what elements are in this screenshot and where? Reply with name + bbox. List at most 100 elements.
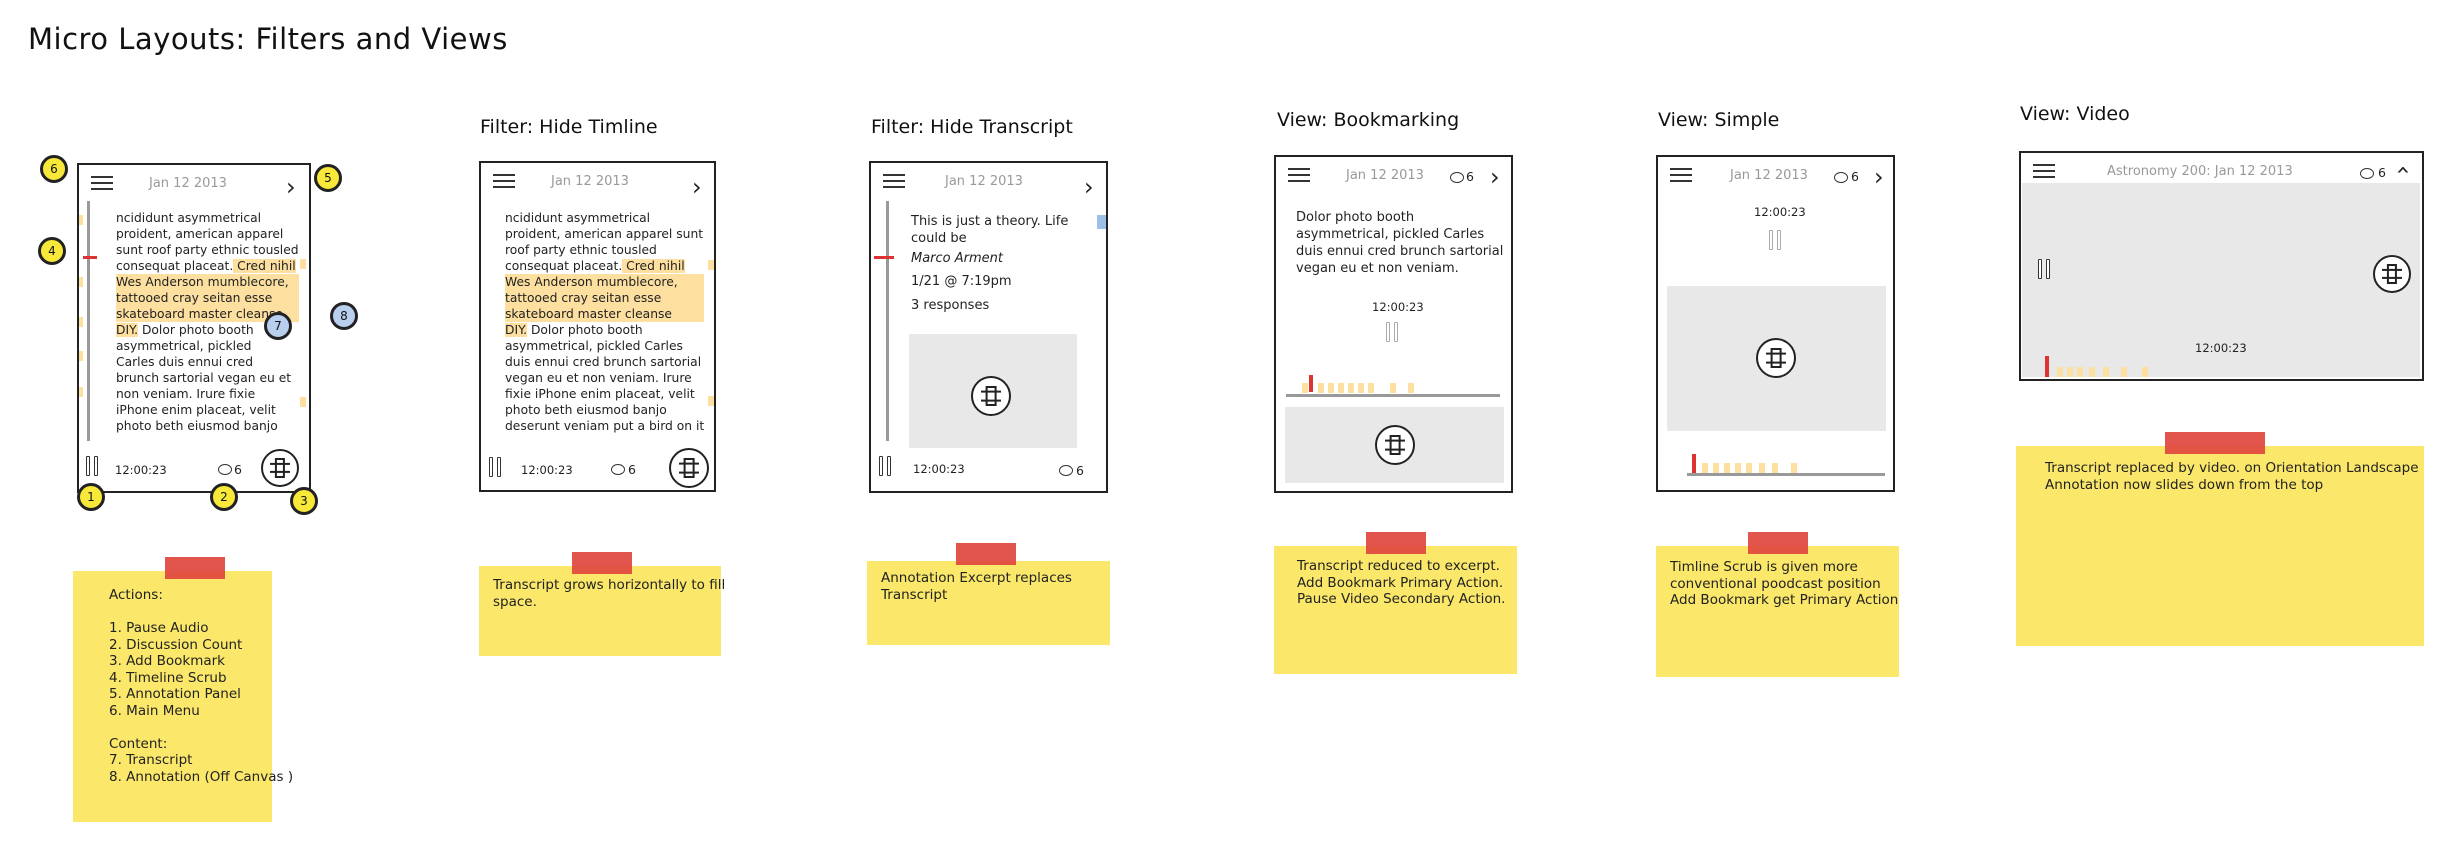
discussion-icon[interactable] [1059, 465, 1073, 476]
timeline-tick [1368, 383, 1374, 393]
phone-hide-transcript: Jan 12 2013 › This is just a theory. Lif… [869, 161, 1108, 493]
timeline-tick [79, 317, 83, 327]
timeline-position-marker[interactable] [1692, 454, 1696, 473]
timeline-tick [2103, 367, 2109, 377]
date-label: Jan 12 2013 [1730, 168, 1808, 183]
timeline-tick [1348, 383, 1354, 393]
time-label: 12:00:23 [913, 462, 965, 476]
discussion-count[interactable]: 6 [234, 462, 242, 477]
chevron-up-icon[interactable]: › [2388, 165, 2416, 175]
timeline-tick [1328, 383, 1334, 393]
annotation-datetime: 1/21 @ 7:19pm [911, 274, 1012, 289]
section-title-hide-timeline: Filter: Hide Timline [480, 116, 658, 138]
phone-bookmarking: Jan 12 2013 6 › Dolor photo booth asymme… [1274, 155, 1513, 493]
time-label: 12:00:23 [1372, 300, 1424, 314]
callout-7: 7 [264, 312, 292, 340]
add-bookmark-button[interactable] [669, 448, 709, 488]
timeline-position-marker[interactable] [874, 256, 894, 259]
chevron-right-icon[interactable]: › [1084, 173, 1094, 201]
note-bookmarking: Transcript reduced to excerpt. Add Bookm… [1274, 546, 1517, 674]
timeline-tick [1390, 383, 1396, 393]
timeline-tick [1302, 383, 1308, 393]
discussion-icon[interactable] [2360, 168, 2374, 179]
timeline-scrub[interactable] [1286, 394, 1500, 397]
timeline-tick [79, 277, 83, 287]
page-title: Micro Layouts: Filters and Views [28, 22, 508, 56]
timeline-position-marker[interactable] [83, 256, 97, 259]
timeline-tick [79, 215, 83, 225]
timeline-tick [2089, 367, 2095, 377]
timeline-position-marker[interactable] [2045, 356, 2049, 377]
discussion-icon[interactable] [1450, 172, 1464, 183]
discussion-icon[interactable] [218, 464, 232, 475]
menu-icon[interactable] [1288, 168, 1310, 182]
tape [1366, 532, 1426, 554]
menu-icon[interactable] [493, 174, 515, 188]
timeline-tick [1408, 383, 1414, 393]
add-bookmark-button[interactable] [2373, 255, 2411, 293]
phone-simple: Jan 12 2013 6 › 12:00:23 [1656, 155, 1895, 492]
discussion-count[interactable]: 6 [2378, 165, 2386, 180]
pause-icon[interactable] [2038, 259, 2052, 279]
section-title-simple: View: Simple [1658, 109, 1780, 131]
discussion-count[interactable]: 6 [628, 462, 636, 477]
pause-icon[interactable] [489, 457, 503, 477]
timeline-tick [1713, 463, 1719, 473]
chevron-right-icon[interactable]: › [286, 173, 296, 201]
annotation-responses[interactable]: 3 responses [911, 298, 989, 314]
tape [956, 543, 1016, 565]
pause-icon[interactable] [86, 456, 100, 476]
timeline-tick [1724, 463, 1730, 473]
tape [1748, 532, 1808, 554]
chevron-right-icon[interactable]: › [1874, 163, 1884, 191]
callout-6: 6 [40, 155, 68, 183]
timeline-tick [2067, 367, 2073, 377]
time-label: 12:00:23 [521, 463, 573, 477]
timeline-tick [1702, 463, 1708, 473]
add-bookmark-button[interactable] [1375, 425, 1415, 465]
timeline-tick [79, 351, 83, 361]
discussion-count[interactable]: 6 [1851, 169, 1859, 184]
timeline-tick [1791, 463, 1797, 473]
video-title: Astronomy 200: Jan 12 2013 [2107, 164, 2293, 179]
time-label: 12:00:23 [115, 463, 167, 477]
time-label: 12:00:23 [1754, 205, 1806, 219]
section-title-hide-transcript: Filter: Hide Transcript [871, 116, 1073, 138]
discussion-icon[interactable] [611, 464, 625, 475]
pause-icon[interactable] [1386, 322, 1400, 342]
add-bookmark-button[interactable] [971, 376, 1011, 416]
add-bookmark-button[interactable] [1756, 338, 1796, 378]
discussion-count[interactable]: 6 [1466, 169, 1474, 184]
annotation-marker[interactable] [1097, 215, 1106, 229]
timeline-scrub[interactable] [1687, 473, 1885, 476]
callout-8: 8 [330, 302, 358, 330]
timeline-tick [1358, 383, 1364, 393]
chevron-right-icon[interactable]: › [1490, 163, 1500, 191]
timeline-tick [1759, 463, 1765, 473]
annotation-tick [300, 259, 306, 269]
menu-icon[interactable] [91, 176, 113, 190]
callout-1: 1 [77, 483, 105, 511]
transcript-excerpt: Dolor photo booth asymmetrical, pickled … [1296, 210, 1504, 276]
callout-2: 2 [210, 483, 238, 511]
discussion-count[interactable]: 6 [1076, 463, 1084, 478]
annotation-excerpt: This is just a theory. Life could be [911, 214, 1069, 246]
section-title-video: View: Video [2020, 103, 2130, 125]
timeline-scrub[interactable] [886, 201, 889, 441]
pause-icon[interactable] [879, 456, 893, 476]
menu-icon[interactable] [883, 174, 905, 188]
pause-icon[interactable] [1769, 230, 1783, 250]
timeline-scrub[interactable] [87, 201, 90, 441]
callout-3: 3 [290, 487, 318, 515]
discussion-icon[interactable] [1834, 172, 1848, 183]
menu-icon[interactable] [2033, 164, 2055, 178]
date-label: Jan 12 2013 [1346, 168, 1424, 183]
time-label: 12:00:23 [2195, 341, 2247, 355]
section-title-bookmarking: View: Bookmarking [1277, 109, 1460, 131]
chevron-right-icon[interactable]: › [692, 173, 702, 201]
menu-icon[interactable] [1670, 168, 1692, 182]
tape [572, 552, 632, 574]
timeline-position-marker[interactable] [1309, 375, 1313, 392]
add-bookmark-button[interactable] [261, 449, 299, 487]
annotation-author: Marco Arment [911, 251, 1003, 266]
